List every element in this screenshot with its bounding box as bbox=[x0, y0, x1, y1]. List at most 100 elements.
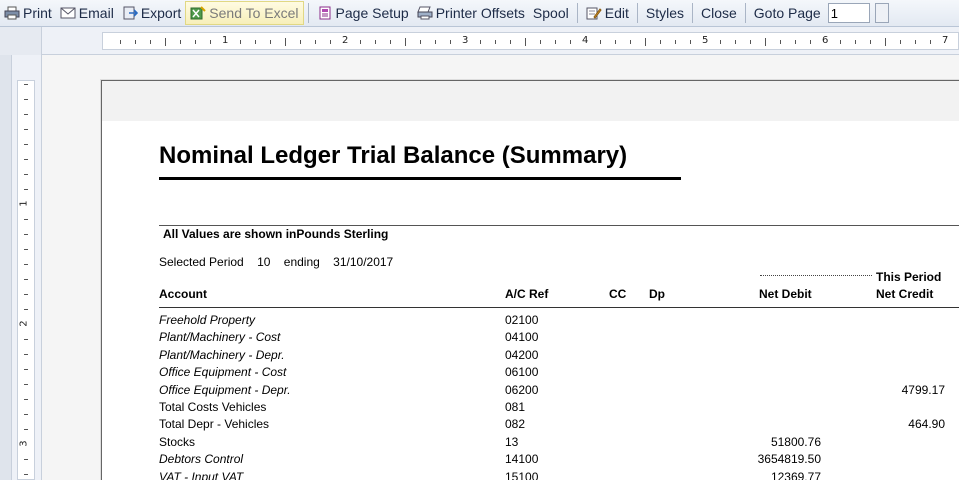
print-button[interactable]: Print bbox=[0, 1, 56, 25]
page-setup-label: Page Setup bbox=[335, 5, 409, 21]
col-header-ac-ref: A/C Ref bbox=[505, 287, 549, 301]
ac-ref-cell: 082 bbox=[505, 417, 526, 432]
table-row: Office Equipment - Depr. 06200 4799.17 bbox=[43, 383, 959, 400]
ruler-tick bbox=[885, 38, 886, 46]
email-button[interactable]: Email bbox=[56, 1, 118, 25]
col-header-net-debit: Net Debit bbox=[759, 287, 812, 301]
printer-icon bbox=[4, 6, 20, 20]
horizontal-ruler-scale: 1 2 3 4 5 6 7 bbox=[102, 32, 959, 50]
ruler-tick bbox=[24, 234, 28, 235]
ruler-tick bbox=[675, 40, 676, 44]
goto-page-spinner[interactable] bbox=[874, 3, 889, 23]
ac-ref-cell: 13 bbox=[505, 434, 519, 449]
report-viewer-toolbar: Print Email Export Send To Excel Page Se… bbox=[0, 0, 959, 27]
ruler-tick bbox=[24, 174, 28, 175]
ruler-tick bbox=[840, 40, 841, 44]
ruler-tick bbox=[720, 40, 721, 44]
ending-date: 31/10/2017 bbox=[333, 255, 394, 269]
ruler-tick bbox=[24, 99, 28, 100]
ruler-tick bbox=[330, 40, 331, 44]
ruler-tick bbox=[24, 129, 28, 130]
ruler-tick bbox=[24, 189, 28, 190]
ruler-tick bbox=[24, 249, 28, 250]
export-label: Export bbox=[140, 5, 182, 21]
export-icon bbox=[122, 6, 138, 20]
toolbar-separator bbox=[636, 3, 638, 23]
ruler-tick bbox=[24, 399, 28, 400]
send-to-excel-button[interactable]: Send To Excel bbox=[185, 1, 304, 25]
ruler-tick bbox=[24, 294, 28, 295]
ruler-tick bbox=[510, 40, 511, 44]
export-button[interactable]: Export bbox=[118, 1, 185, 25]
page-header-band bbox=[102, 81, 959, 121]
ruler-tick bbox=[135, 40, 136, 44]
ac-ref-cell: 04100 bbox=[505, 330, 539, 345]
spool-label: Spool bbox=[532, 5, 569, 21]
header-divider bbox=[159, 225, 959, 226]
col-header-net-credit: Net Credit bbox=[876, 287, 934, 301]
ruler-tick bbox=[390, 40, 391, 44]
ruler-number: 2 bbox=[342, 35, 349, 46]
ruler-tick bbox=[315, 40, 316, 44]
ruler-tick bbox=[765, 38, 766, 46]
ruler-tick bbox=[915, 40, 916, 44]
ruler-tick bbox=[24, 474, 28, 475]
styles-button[interactable]: Styles bbox=[642, 1, 688, 25]
ruler-tick bbox=[24, 429, 28, 430]
account-cell: Debtors Control bbox=[159, 452, 244, 467]
ruler-tick bbox=[420, 40, 421, 44]
account-cell: Total Costs Vehicles bbox=[159, 400, 267, 414]
ruler-tick bbox=[660, 40, 661, 44]
ruler-tick bbox=[450, 40, 451, 44]
ruler-tick bbox=[24, 309, 28, 310]
ac-ref-cell: 15100 bbox=[505, 469, 539, 480]
ruler-tick bbox=[24, 264, 28, 265]
ruler-tick bbox=[300, 40, 301, 44]
vertical-ruler-scale: 1 2 3 bbox=[17, 80, 35, 480]
goto-page-label: Goto Page bbox=[753, 5, 821, 21]
selected-period: Selected Period 10 ending 31/10/2017 bbox=[159, 255, 403, 269]
currency-note: All Values are shown inPounds Sterling bbox=[163, 227, 389, 241]
page-setup-button[interactable]: Page Setup bbox=[313, 1, 413, 25]
report-canvas: Nominal Ledger Trial Balance (Summary) A… bbox=[43, 56, 959, 480]
ac-ref-cell: 06100 bbox=[505, 365, 539, 380]
ruler-tick bbox=[525, 38, 526, 46]
printer-offsets-button[interactable]: Printer Offsets bbox=[413, 1, 529, 25]
close-button[interactable]: Close bbox=[697, 1, 741, 25]
ruler-tick bbox=[24, 279, 28, 280]
ruler-tick bbox=[24, 354, 28, 355]
col-header-dp: Dp bbox=[649, 287, 665, 301]
close-label: Close bbox=[700, 5, 737, 21]
ending-label: ending bbox=[283, 255, 320, 269]
account-cell: Office Equipment - Cost bbox=[159, 365, 287, 380]
styles-label: Styles bbox=[645, 5, 684, 21]
ruler-tick bbox=[210, 40, 211, 44]
spool-button[interactable]: Spool bbox=[529, 1, 573, 25]
ruler-tick bbox=[900, 40, 901, 44]
ruler-tick bbox=[615, 40, 616, 44]
period-dotted-rule bbox=[760, 275, 872, 276]
ruler-tick bbox=[195, 40, 196, 44]
report-title: Nominal Ledger Trial Balance (Summary) bbox=[159, 142, 628, 169]
ruler-number: 6 bbox=[822, 35, 829, 46]
table-row: Plant/Machinery - Cost 04100 bbox=[43, 330, 959, 347]
goto-page-group: Goto Page bbox=[750, 1, 893, 25]
ruler-tick bbox=[285, 38, 286, 46]
goto-page-input[interactable] bbox=[827, 3, 870, 23]
account-cell: Total Depr - Vehicles bbox=[159, 417, 270, 432]
ruler-tick bbox=[795, 40, 796, 44]
edit-icon bbox=[586, 6, 602, 20]
edit-button[interactable]: Edit bbox=[582, 1, 633, 25]
ruler-tick bbox=[24, 114, 28, 115]
ruler-corner bbox=[0, 27, 42, 55]
ruler-number: 1 bbox=[222, 35, 229, 46]
ruler-tick bbox=[24, 384, 28, 385]
ruler-tick bbox=[645, 38, 646, 46]
ruler-number: 5 bbox=[702, 35, 709, 46]
excel-icon bbox=[190, 6, 206, 20]
net-debit-cell: 3654819.50 bbox=[757, 452, 821, 467]
net-debit-cell: 12369.77 bbox=[770, 469, 821, 480]
table-row: VAT - Input VAT 15100 12369.77 bbox=[43, 470, 959, 480]
ruler-tick bbox=[435, 40, 436, 44]
email-label: Email bbox=[78, 5, 114, 21]
